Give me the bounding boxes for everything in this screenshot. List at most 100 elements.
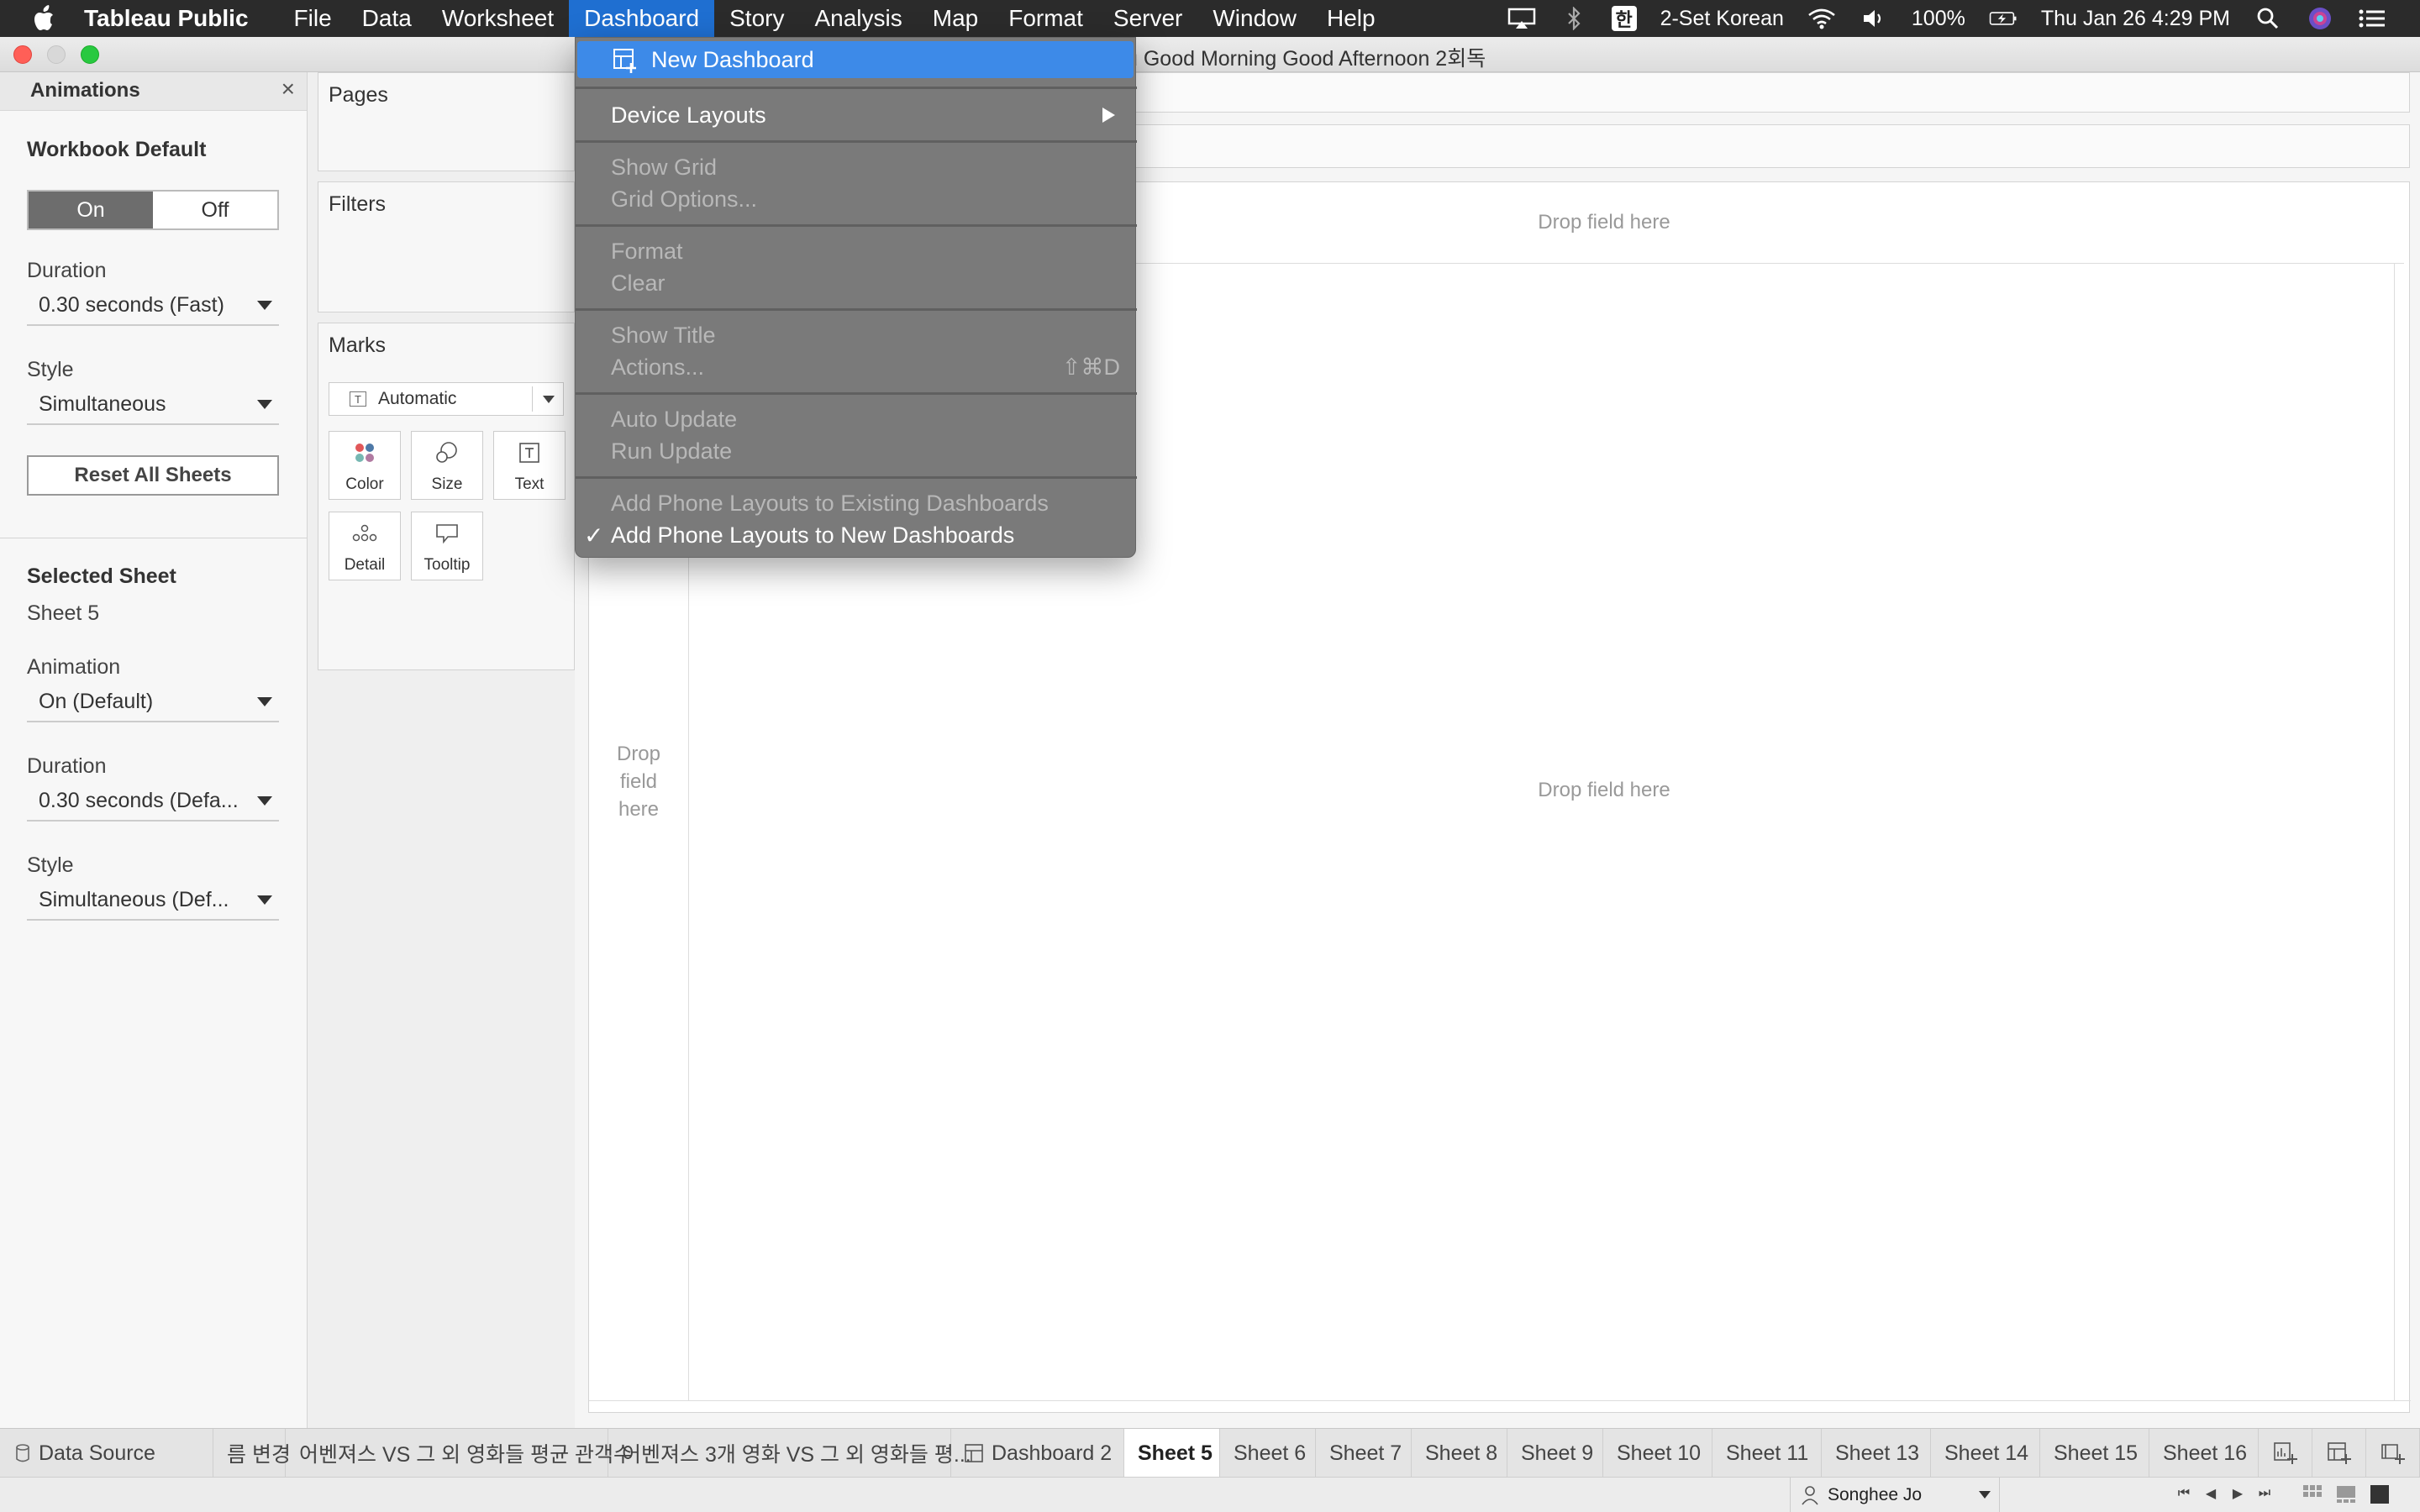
sheet-tab[interactable]: Sheet 14 — [1931, 1429, 2040, 1478]
animation-dropdown[interactable]: On (Default) — [27, 682, 279, 722]
first-sheet-icon[interactable]: ⏮ — [2176, 1484, 2191, 1503]
menu-format[interactable]: Format — [993, 0, 1098, 37]
new-worksheet-button[interactable] — [2259, 1429, 2312, 1478]
sheet-tab[interactable]: Sheet 10 — [1603, 1429, 1712, 1478]
add-phone-layouts-new-menu-item[interactable]: ✓ Add Phone Layouts to New Dashboards — [576, 518, 1137, 552]
selected-sheet-name: Sheet 5 — [27, 601, 100, 625]
menu-window[interactable]: Window — [1197, 0, 1312, 37]
sheet-tab-bar: Data Source 름 변경 어벤져스 VS 그 외 영화들 평균 관객수 … — [0, 1428, 2420, 1478]
sheet-style-dropdown[interactable]: Simultaneous (Def... — [27, 880, 279, 921]
previous-sheet-icon[interactable]: ◀ — [2203, 1484, 2218, 1503]
size-mark-button[interactable]: Size — [411, 431, 483, 500]
sheet-tab[interactable]: 어벤져스 VS 그 외 영화들 평균 관객수 — [286, 1429, 633, 1478]
mark-type-dropdown[interactable]: T Automatic — [329, 382, 564, 416]
add-phone-layouts-existing-menu-item[interactable]: Add Phone Layouts to Existing Dashboards — [576, 486, 1137, 520]
actions-menu-item[interactable]: Actions... ⇧⌘D — [576, 350, 1137, 384]
clear-menu-item[interactable]: Clear — [576, 266, 1137, 300]
main-drop-zone[interactable]: Drop field here — [1470, 779, 1739, 802]
run-update-menu-item[interactable]: Run Update — [576, 434, 1137, 468]
show-grid-menu-item[interactable]: Show Grid — [576, 150, 1137, 184]
reset-all-sheets-button[interactable]: Reset All Sheets — [27, 455, 279, 496]
wifi-icon[interactable] — [1807, 7, 1836, 30]
sheet-tab[interactable]: Sheet 16 — [2149, 1429, 2259, 1478]
next-sheet-icon[interactable]: ▶ — [2230, 1484, 2245, 1503]
text-mark-icon: T — [350, 391, 366, 407]
filters-card[interactable]: Filters — [318, 181, 575, 312]
close-window-button[interactable] — [13, 45, 32, 64]
columns-drop-zone[interactable]: Drop field here — [1470, 211, 1739, 234]
workbook-default-heading: Workbook Default — [27, 138, 207, 161]
size-icon — [412, 440, 482, 465]
menu-analysis[interactable]: Analysis — [799, 0, 917, 37]
menu-story[interactable]: Story — [714, 0, 799, 37]
sheet-tab[interactable]: Sheet 13 — [1822, 1429, 1931, 1478]
sheet-tab[interactable]: Sheet 11 — [1712, 1429, 1822, 1478]
auto-update-menu-item[interactable]: Auto Update — [576, 402, 1137, 436]
siri-icon[interactable] — [2306, 7, 2334, 30]
volume-icon[interactable] — [1860, 7, 1888, 30]
menu-file[interactable]: File — [279, 0, 347, 37]
tooltip-mark-button[interactable]: Tooltip — [411, 512, 483, 580]
database-icon — [15, 1443, 30, 1463]
new-dashboard-button[interactable] — [2312, 1429, 2366, 1478]
bluetooth-icon[interactable] — [1560, 7, 1588, 30]
toggle-on-button[interactable]: On — [29, 192, 153, 228]
sheet-tab[interactable]: Sheet 6 — [1220, 1429, 1316, 1478]
sheet-duration-dropdown[interactable]: 0.30 seconds (Defa... — [27, 781, 279, 822]
sheet-tab[interactable]: Sheet 15 — [2040, 1429, 2149, 1478]
airplay-icon[interactable] — [1507, 7, 1536, 30]
minimize-window-button[interactable] — [47, 45, 66, 64]
dashboard-tab[interactable]: Dashboard 2 — [951, 1429, 1124, 1478]
last-sheet-icon[interactable]: ⏭ — [2257, 1484, 2272, 1503]
spotlight-search-icon[interactable] — [2254, 7, 2282, 30]
grid-options-menu-item[interactable]: Grid Options... — [576, 182, 1137, 216]
input-source-icon[interactable]: 한 — [1611, 6, 1637, 31]
new-story-button[interactable] — [2366, 1429, 2420, 1478]
menu-server[interactable]: Server — [1098, 0, 1197, 37]
sheet-tab[interactable]: 름 변경 — [213, 1429, 291, 1478]
menu-worksheet[interactable]: Worksheet — [427, 0, 569, 37]
zoom-window-button[interactable] — [81, 45, 99, 64]
detail-mark-button[interactable]: Detail — [329, 512, 401, 580]
mark-type-value: Automatic — [378, 389, 457, 408]
detail-icon — [329, 521, 400, 546]
bottom-divider — [589, 1400, 2411, 1401]
sheet-sorter-icon[interactable] — [2302, 1484, 2323, 1504]
sheet-duration-value: 0.30 seconds (Defa... — [39, 788, 239, 812]
menu-help[interactable]: Help — [1312, 0, 1391, 37]
sheet-tab[interactable]: 어벤져스 3개 영화 VS 그 외 영화들 평... — [608, 1429, 971, 1478]
close-icon[interactable]: × — [281, 76, 295, 102]
sheet-tab-active[interactable]: Sheet 5 — [1124, 1429, 1220, 1478]
apple-icon[interactable] — [34, 5, 59, 32]
notification-center-icon[interactable] — [2358, 7, 2386, 30]
color-label: Color — [345, 475, 384, 493]
data-source-tab[interactable]: Data Source — [0, 1429, 213, 1478]
duration-dropdown[interactable]: 0.30 seconds (Fast) — [27, 286, 279, 326]
menu-map[interactable]: Map — [918, 0, 993, 37]
rows-drop-zone[interactable]: Drop field here — [589, 740, 688, 823]
normal-view-icon[interactable] — [2370, 1484, 2390, 1504]
user-dropdown[interactable]: Songhee Jo — [1790, 1478, 2000, 1512]
menu-dashboard[interactable]: Dashboard — [569, 0, 715, 37]
input-source-label[interactable]: 2-Set Korean — [1660, 7, 1784, 31]
format-menu-item[interactable]: Format — [576, 234, 1137, 268]
style-dropdown[interactable]: Simultaneous — [27, 385, 279, 425]
app-name-menu[interactable]: Tableau Public — [84, 5, 249, 32]
rows-drop-text-3: here — [618, 798, 660, 821]
pages-card[interactable]: Pages — [318, 72, 575, 171]
sheet-tab[interactable]: Sheet 7 — [1316, 1429, 1412, 1478]
device-layouts-menu-item[interactable]: Device Layouts — [576, 98, 1137, 132]
chevron-down-icon — [257, 895, 272, 905]
toggle-off-button[interactable]: Off — [153, 192, 277, 228]
new-dashboard-menu-item[interactable]: New Dashboard — [577, 41, 1134, 78]
filmstrip-icon[interactable] — [2336, 1484, 2356, 1504]
battery-percent[interactable]: 100% — [1912, 7, 1965, 31]
color-mark-button[interactable]: Color — [329, 431, 401, 500]
text-mark-button[interactable]: Text — [493, 431, 566, 500]
sheet-tab[interactable]: Sheet 8 — [1412, 1429, 1507, 1478]
clock[interactable]: Thu Jan 26 4:29 PM — [2041, 7, 2230, 31]
sheet-tab[interactable]: Sheet 9 — [1507, 1429, 1603, 1478]
show-title-menu-item[interactable]: Show Title — [576, 318, 1137, 352]
battery-charging-icon[interactable] — [1989, 7, 2018, 30]
menu-data[interactable]: Data — [347, 0, 427, 37]
